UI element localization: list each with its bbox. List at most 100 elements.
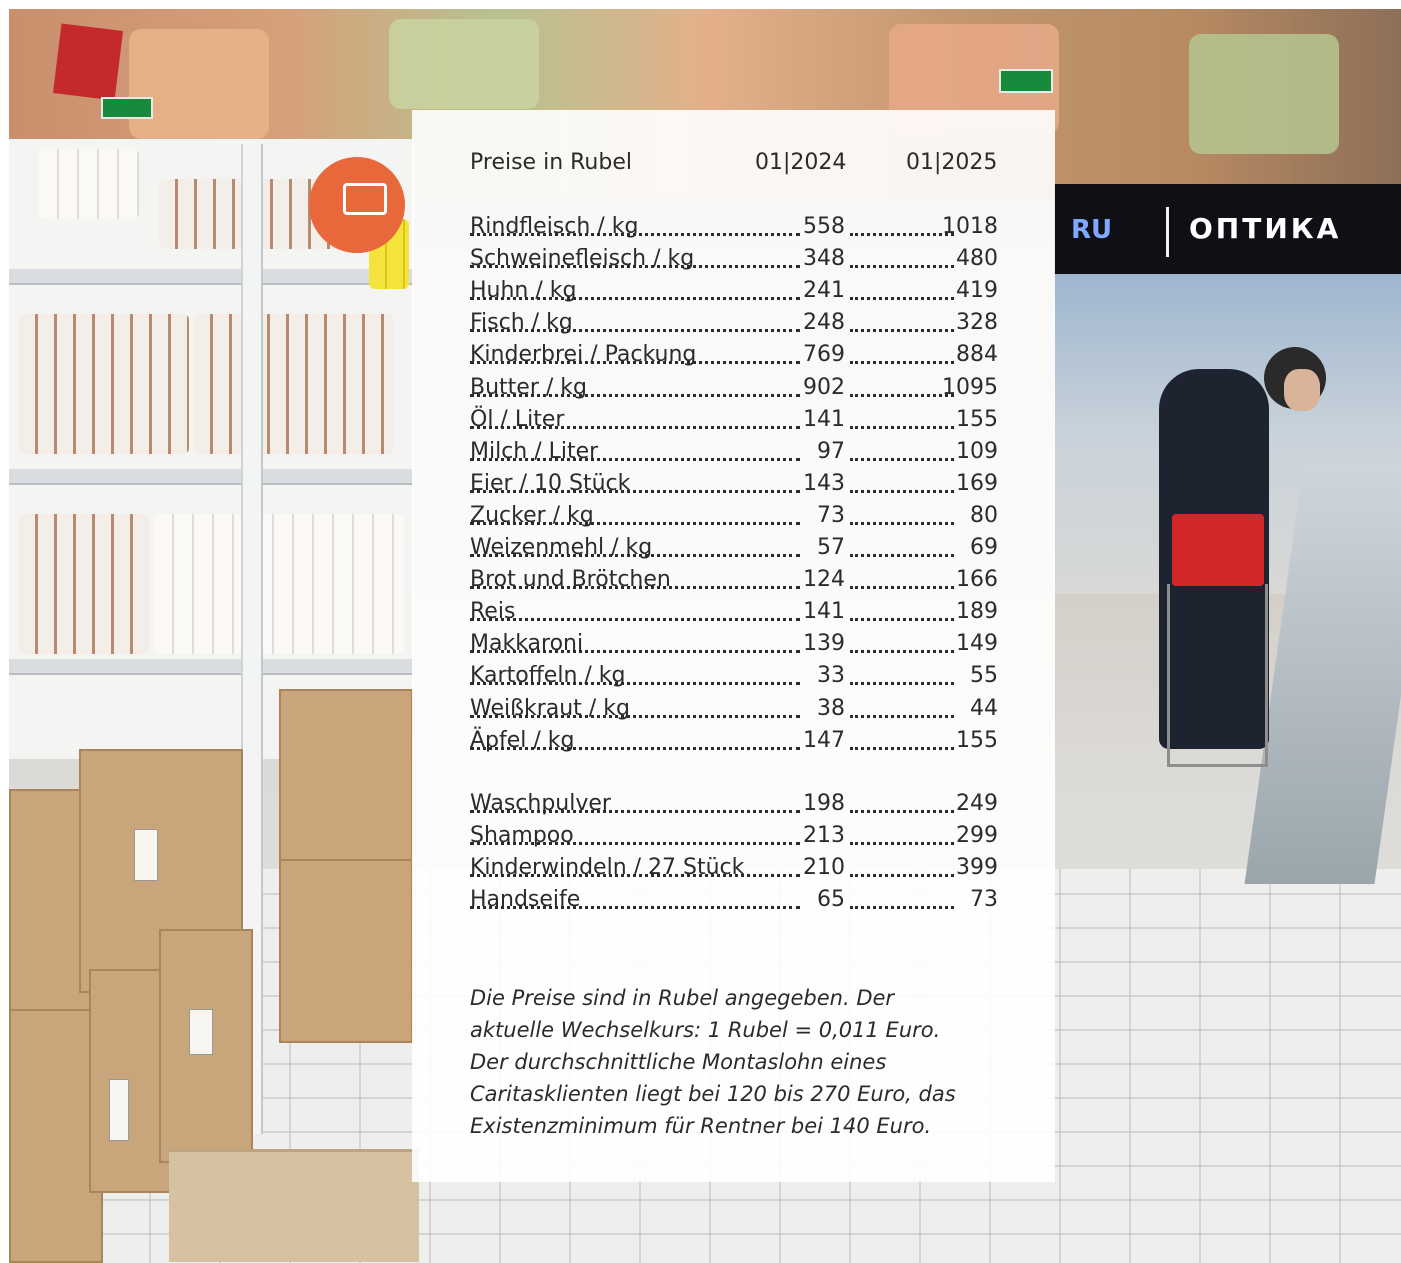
price-2024: 198 — [803, 791, 845, 816]
price-2025: 399 — [956, 855, 998, 881]
dot-leader — [850, 810, 954, 813]
item-label: Äpfel / kg — [470, 727, 575, 753]
price-2025: 249 — [956, 791, 998, 816]
dot-leader — [850, 489, 954, 493]
box-label — [109, 1079, 129, 1141]
item-label: Reis — [470, 599, 516, 625]
price-row: Handseife 65 73 — [470, 884, 1000, 916]
dot-leader — [850, 554, 954, 557]
price-row: Shampoo 213 299 — [470, 820, 1000, 852]
price-2025: 149 — [956, 631, 998, 657]
price-2025: 73 — [970, 887, 998, 913]
item-label: Brot und Brötchen — [470, 567, 671, 593]
price-2025: 44 — [970, 695, 998, 721]
price-row: Butter / kg 902 1095 — [470, 372, 1000, 404]
price-2024: 213 — [803, 823, 845, 849]
mural-tile — [1189, 34, 1339, 154]
item-label: Fisch / kg — [470, 310, 573, 336]
price-2025: 169 — [956, 470, 998, 496]
column-header-2024: 01|2024 — [755, 150, 847, 175]
dot-leader — [850, 361, 954, 365]
item-label: Butter / kg — [470, 374, 587, 400]
price-2024: 38 — [817, 695, 845, 721]
item-label: Kinderbrei / Packung — [470, 342, 697, 368]
dot-leader — [850, 618, 954, 622]
store-sign-divider — [1166, 207, 1169, 257]
price-row: Kartoffeln / kg 33 55 — [470, 660, 1000, 692]
price-2024: 147 — [803, 727, 845, 753]
egg-cartons — [39, 149, 139, 219]
shelf-board — [9, 469, 414, 485]
exit-sign — [999, 69, 1053, 93]
price-2025: 155 — [956, 406, 998, 432]
price-2025: 480 — [956, 246, 998, 272]
item-label: Huhn / kg — [470, 278, 577, 304]
item-label: Rindfleisch / kg — [470, 214, 639, 239]
dot-leader — [470, 618, 800, 622]
price-2025: 1095 — [942, 374, 998, 400]
price-2024: 141 — [803, 599, 845, 625]
egg-cartons — [19, 514, 149, 654]
price-row: Fisch / kg 248 328 — [470, 307, 1000, 339]
item-label: Schweinefleisch / kg — [470, 246, 695, 272]
item-label: Kartoffeln / kg — [470, 663, 626, 689]
dot-leader — [850, 521, 954, 525]
table-title: Preise in Rubel — [470, 150, 632, 175]
price-2024: 65 — [817, 887, 845, 913]
price-2024: 769 — [803, 342, 845, 368]
price-2025: 80 — [970, 502, 998, 528]
price-row: Kinderbrei / Packung 769 884 — [470, 339, 1000, 371]
price-2025: 55 — [970, 663, 998, 689]
mural-tile — [129, 29, 269, 139]
dot-leader — [850, 746, 954, 750]
price-row: Zucker / kg 73 80 — [470, 500, 1000, 532]
card-icon — [343, 183, 387, 215]
shelf-board — [9, 659, 414, 675]
exit-sign — [101, 97, 153, 119]
column-header-2025: 01|2025 — [906, 150, 998, 175]
cardboard-box — [279, 689, 413, 873]
price-row: Milch / Liter 97 109 — [470, 436, 1000, 468]
item-label: Kinderwindeln / 27 Stück — [470, 855, 745, 881]
dot-leader — [850, 714, 954, 718]
price-2024: 241 — [803, 278, 845, 304]
store-sign-prefix: RU — [1071, 215, 1113, 245]
price-2024: 139 — [803, 631, 845, 657]
price-row: Brot und Brötchen 124 166 — [470, 564, 1000, 596]
dot-leader — [850, 425, 954, 429]
price-2025: 166 — [956, 567, 998, 593]
price-2024: 124 — [803, 567, 845, 593]
dot-leader — [850, 842, 954, 846]
price-2024: 143 — [803, 470, 845, 496]
price-2024: 57 — [817, 535, 845, 560]
price-2025: 884 — [956, 342, 998, 368]
price-row: Äpfel / kg 147 155 — [470, 725, 1000, 757]
price-row: Reis 141 189 — [470, 596, 1000, 628]
price-2024: 73 — [817, 502, 845, 528]
box-label — [189, 1009, 213, 1055]
price-2024: 902 — [803, 374, 845, 400]
dot-leader — [850, 329, 954, 333]
price-2025: 328 — [956, 310, 998, 336]
price-row: Weißkraut / kg 38 44 — [470, 693, 1000, 725]
cardboard-box — [279, 859, 413, 1043]
item-label: Öl / Liter — [470, 406, 565, 432]
dot-leader — [850, 682, 954, 686]
item-label: Weißkraut / kg — [470, 695, 630, 721]
dot-leader — [850, 906, 954, 910]
shopper-face — [1284, 369, 1320, 411]
egg-cartons — [154, 514, 404, 654]
item-label: Milch / Liter — [470, 438, 599, 464]
price-2025: 69 — [970, 535, 998, 560]
price-2025: 155 — [956, 727, 998, 753]
item-label: Handseife — [470, 887, 581, 913]
price-row: Rindfleisch / kg 558 1018 — [470, 211, 1000, 243]
item-label: Shampoo — [470, 823, 574, 849]
price-2024: 97 — [817, 438, 845, 464]
price-2024: 33 — [817, 663, 845, 689]
item-label: Waschpulver — [470, 791, 611, 816]
price-2025: 109 — [956, 438, 998, 464]
price-2025: 189 — [956, 599, 998, 625]
price-2024: 141 — [803, 406, 845, 432]
price-row: Huhn / kg 241 419 — [470, 275, 1000, 307]
